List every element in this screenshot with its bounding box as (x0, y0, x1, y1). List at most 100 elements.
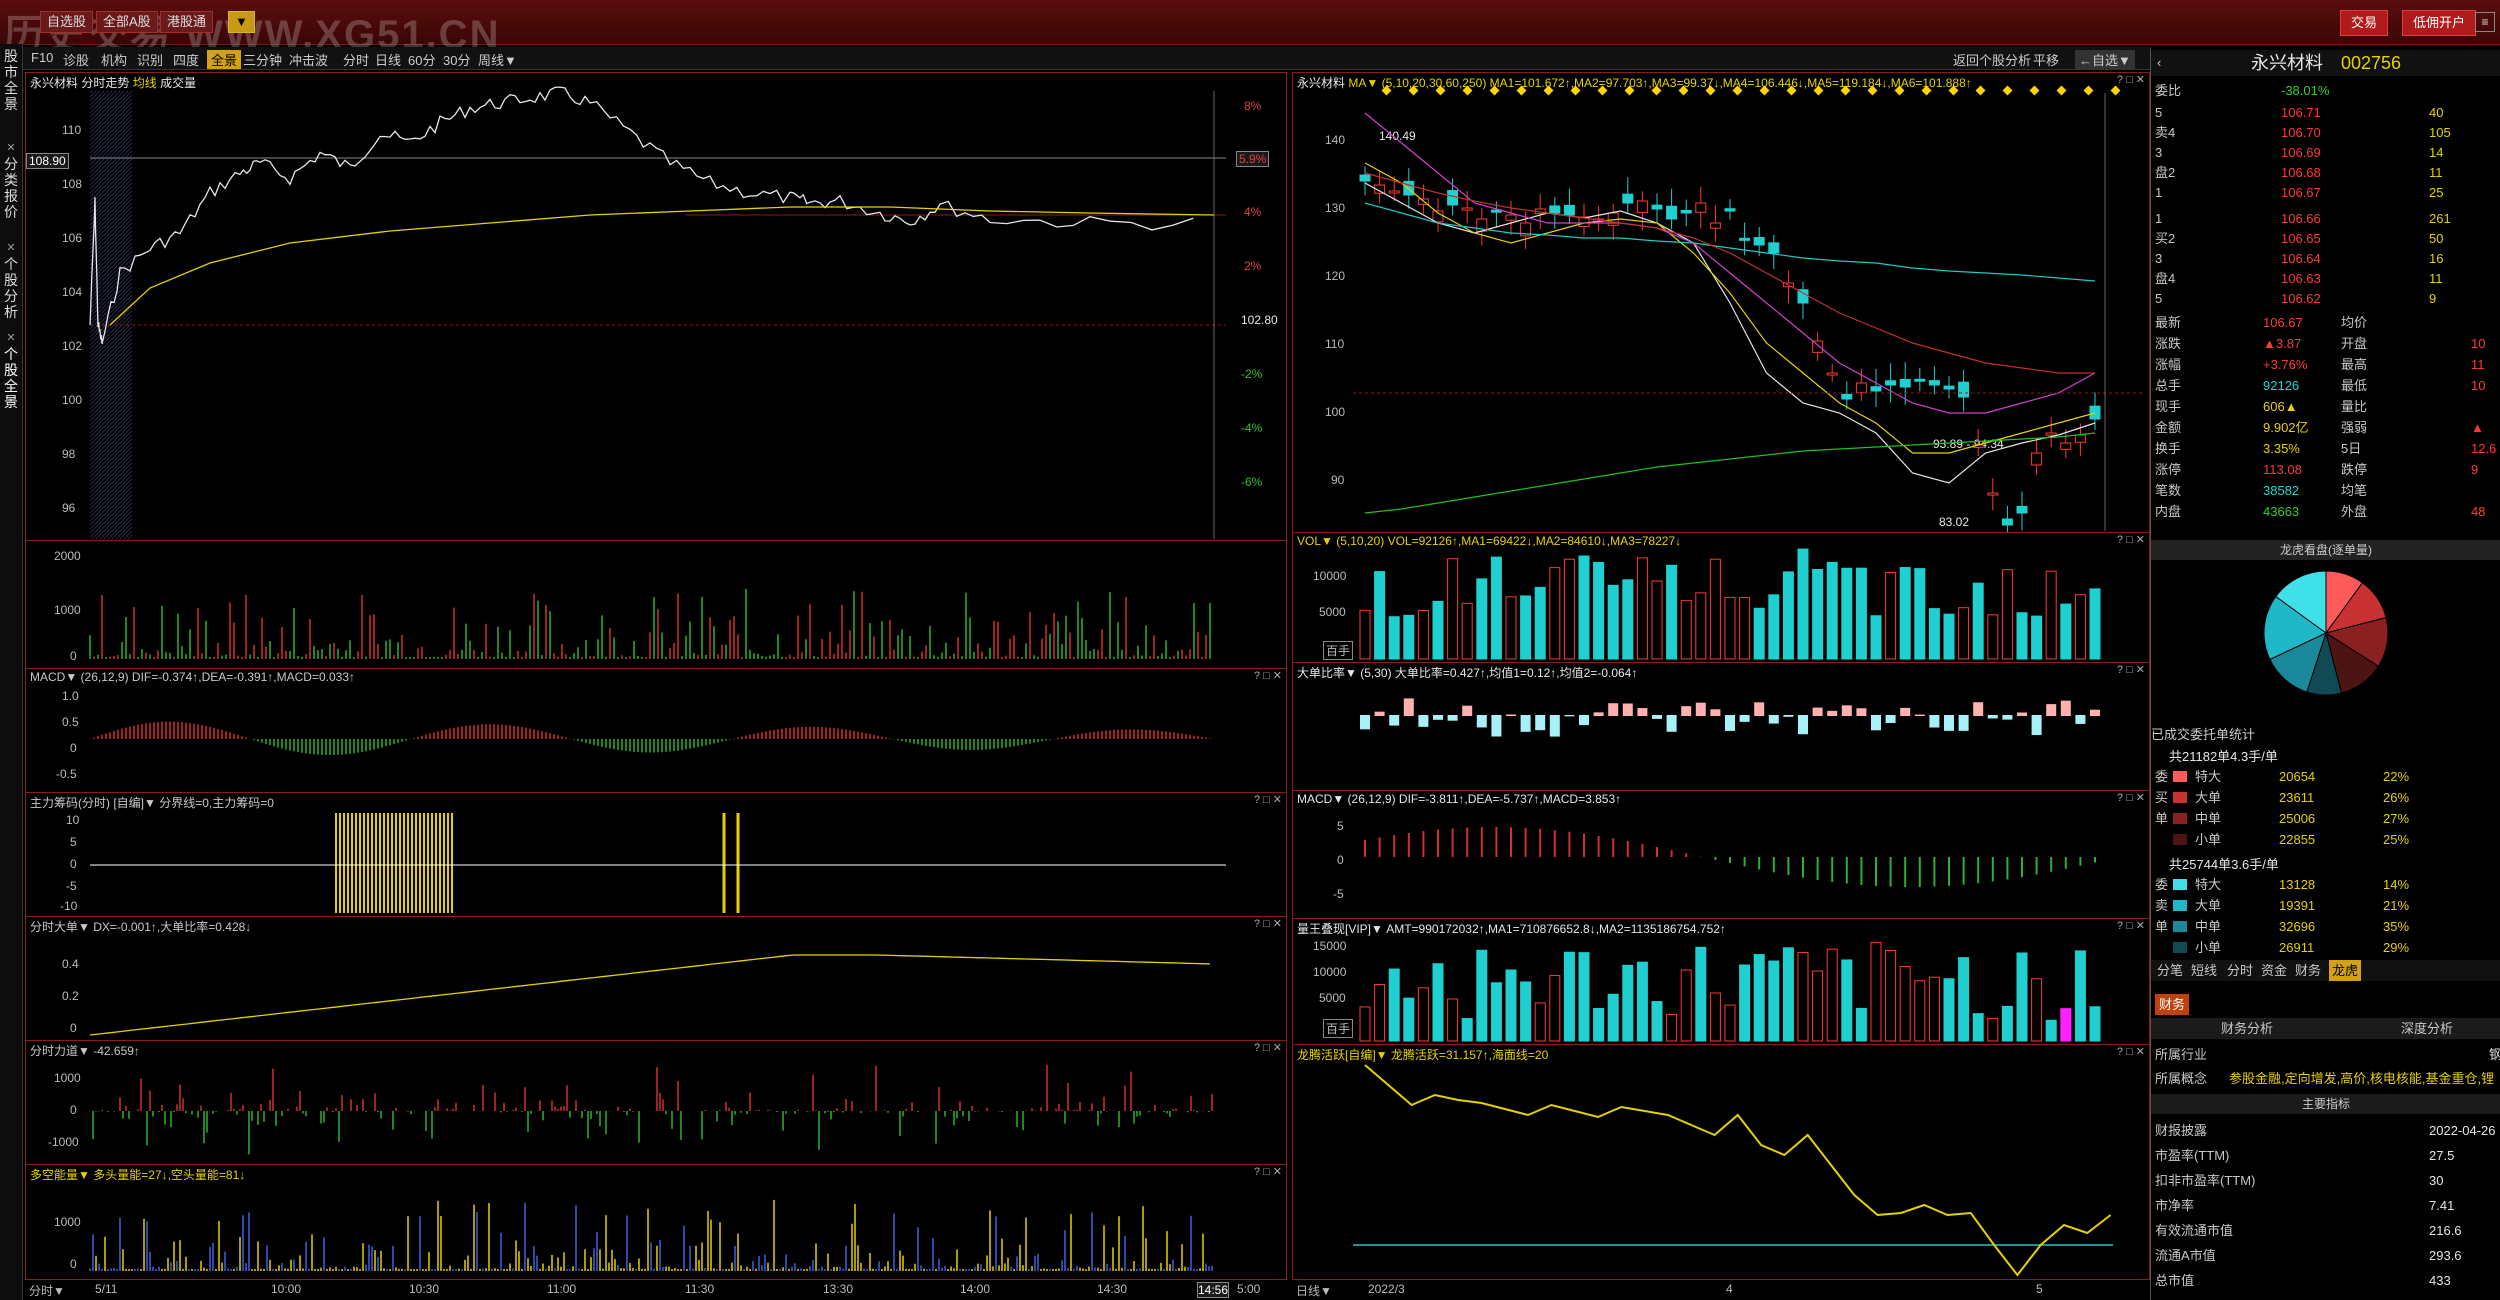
liangwang-bar (1432, 963, 1444, 1042)
dadan-bar (1520, 715, 1531, 732)
tool-overview[interactable]: 全景 (207, 50, 242, 69)
daily-kline-panel[interactable]: 永兴材料 MA▼ (5,10,20,30,60,250) MA1=101.672… (1292, 72, 2150, 534)
daily-volume-bar (1972, 582, 1984, 660)
close-icon[interactable]: ✕ (0, 240, 22, 256)
tab-ticks[interactable]: 分笔 (2157, 960, 2183, 981)
quote-panel: ‹ 永兴材料 002756 委比 -38.01% 5 106.71 40 卖4 106.… (2150, 48, 2500, 1300)
side-tab-market-overview[interactable]: 股市全景 (0, 48, 22, 112)
daily-volume-bar (2074, 594, 2086, 660)
dadan-bar (1579, 715, 1589, 726)
intraday-price-panel[interactable]: 永兴材料 分时走势 均线 成交量 110 108 106 104 102 100… (25, 72, 1287, 542)
tab-shortline[interactable]: 短线 (2191, 960, 2217, 981)
ma-line-3 (1364, 112, 2096, 414)
side-tab-stock-overview[interactable]: ✕ 个股全景 (0, 330, 22, 410)
dadan-bar (1564, 715, 1575, 717)
pan-button[interactable]: 平移 (2033, 50, 2059, 69)
liangwang-bar (1563, 951, 1575, 1042)
intraday-macd-panel[interactable]: MACD▼ (26,12,9) DIF=-0.374↑,DEA=-0.391↑,… (25, 668, 1287, 794)
tab-fin-analysis[interactable]: 财务分析 (2221, 1018, 2273, 1039)
trade-button[interactable]: 交易 (2340, 10, 2389, 36)
tool-60min[interactable]: 60分 (408, 50, 435, 69)
dadan-line (89, 954, 1211, 1036)
daily-volume-bar (1534, 586, 1546, 660)
liangwang-bar (1928, 976, 1940, 1042)
view-toolbar: F10 诊股 机构 识别 四度 全景 三分钟 冲击波 分时 日线 60分 30分… (23, 47, 2153, 70)
daily-macd-panel[interactable]: MACD▼ (26,12,9) DIF=-3.811↑,DEA=-5.737↑,… (1292, 790, 2150, 920)
signal-diamond (1867, 85, 1878, 96)
daily-volume-bar (1943, 613, 1955, 660)
industry-row: 所属行业 钢 (2155, 1047, 2500, 1062)
candle-body (1987, 492, 1999, 496)
open-account-button[interactable]: 低佣开户 (2402, 10, 2477, 36)
x-axis-mode[interactable]: 分时▼ (29, 1282, 65, 1299)
dadan-bar (2031, 715, 2042, 736)
daily-volume-bar (1826, 561, 1838, 660)
zhuli-panel[interactable]: 主力筹码(分时) [自编]▼ 分界线=0,主力筹码=0 ? □ ✕ 10 5 0… (25, 792, 1287, 918)
lidao-panel[interactable]: 分时力道▼ -42.659↑ ? □ ✕ 1000 0 -1000 (25, 1040, 1287, 1166)
tool-intraday[interactable]: 分时 (343, 50, 369, 69)
longteng-panel[interactable]: 龙腾活跃[自编]▼ 龙腾活跃=31.157↑,海面线=20 ? □ ✕ (1292, 1044, 2150, 1280)
tab-dragon-tiger[interactable]: 龙虎 (2329, 960, 2362, 981)
dadan-bar (2002, 715, 2013, 720)
menu-icon[interactable]: ≡ (2475, 12, 2495, 32)
buy-deal-row: 委特大 20654 22% (2155, 769, 2410, 784)
back-arrow-icon[interactable]: ‹ (2157, 50, 2161, 76)
dadan-bar (1798, 715, 1808, 735)
intraday-volume-panel[interactable]: 2000 1000 0 (25, 540, 1287, 670)
side-tab-category-quotes[interactable]: ✕ 分类报价 (0, 140, 22, 220)
signal-diamond (1462, 85, 1473, 96)
daily-volume-bar (1885, 572, 1897, 660)
candle-body (1549, 205, 1561, 214)
dadan-panel[interactable]: 分时大单▼ DX=-0.001↑,大单比率=0.428↓ ? □ ✕ 0.4 0… (25, 916, 1287, 1042)
side-tabs: 股市全景 ✕ 分类报价 ✕ 个股分析 ✕ 个股全景 (0, 44, 23, 1300)
liangwang-bar (1593, 1007, 1605, 1042)
signal-diamond (1678, 85, 1689, 96)
tool-f10[interactable]: F10 (31, 50, 53, 65)
watchlist-dropdown[interactable]: ←自选▼ (2075, 50, 2135, 69)
dropdown-button[interactable]: ▼ (228, 11, 255, 33)
tab-watchlist[interactable]: 自选股 (40, 11, 94, 33)
tool-identify[interactable]: 识别 (137, 50, 163, 69)
daily-volume-bar (1739, 597, 1751, 660)
signal-diamond (1732, 85, 1743, 96)
tool-weekly[interactable]: 周线▼ (478, 50, 517, 69)
back-to-analysis-link[interactable]: 返回个股分析 (1953, 50, 2031, 69)
buy-level-row: 买2 106.65 50 (2155, 231, 2444, 246)
dadan-bar (1987, 715, 1998, 719)
signal-diamond (1381, 85, 1392, 96)
daily-volume-bar (1958, 607, 1970, 660)
tab-intraday[interactable]: 分时 (2227, 960, 2253, 981)
tool-three-minute[interactable]: 三分钟 (243, 50, 282, 69)
tool-diagnose[interactable]: 诊股 (63, 50, 89, 69)
tab-all-a-shares[interactable]: 全部A股 (96, 11, 158, 33)
tab-deep-analysis[interactable]: 深度分析 (2401, 1018, 2453, 1039)
daily-volume-panel[interactable]: VOL▼ (5,10,20) VOL=92126↑,MA1=69422↓,MA2… (1292, 532, 2150, 664)
tool-daily[interactable]: 日线 (375, 50, 401, 69)
x-tick: 14:00 (960, 1282, 991, 1296)
tool-four-degree[interactable]: 四度 (173, 50, 199, 69)
tool-shockwave[interactable]: 冲击波 (289, 50, 328, 69)
fin-row: 财报披露 2022-04-26 (2155, 1123, 2496, 1138)
tool-institution[interactable]: 机构 (101, 50, 127, 69)
tool-30min[interactable]: 30分 (443, 50, 470, 69)
close-icon[interactable]: ✕ (0, 330, 22, 346)
liangwang-bar (1724, 1004, 1736, 1042)
tab-hk-connect[interactable]: 港股通 (160, 11, 214, 33)
liangwang-panel[interactable]: 量王叠现[VIP]▼ AMT=990172032↑,MA1=710876652.… (1292, 918, 2150, 1046)
candle-body (2031, 452, 2043, 466)
liangwang-bar (1666, 1013, 1678, 1042)
candle-body (1855, 382, 1867, 394)
duokong-panel[interactable]: 多空能量▼ 多头量能=27↓,空头量能=81↓ ? □ ✕ 1000 0 (25, 1164, 1287, 1280)
x-tick: 5 (2036, 1282, 2043, 1296)
close-icon[interactable]: ✕ (0, 140, 22, 156)
tab-finance[interactable]: 财务 (2295, 960, 2321, 981)
liangwang-bar (1870, 941, 1882, 1042)
x-axis-mode[interactable]: 日线▼ (1296, 1282, 1332, 1299)
fin-row: 市净率 7.41 (2155, 1198, 2455, 1213)
side-tab-stock-analysis[interactable]: ✕ 个股分析 (0, 240, 22, 320)
daily-dadan-panel[interactable]: 大单比率▼ (5,30) 大单比率=0.427↑,均值1=0.12↑,均值2=-… (1292, 662, 2150, 792)
daily-volume-bar (1870, 615, 1882, 660)
tab-capital[interactable]: 资金 (2261, 960, 2287, 981)
intraday-chart-svg (89, 86, 1226, 539)
daily-volume-bar (1505, 596, 1517, 660)
